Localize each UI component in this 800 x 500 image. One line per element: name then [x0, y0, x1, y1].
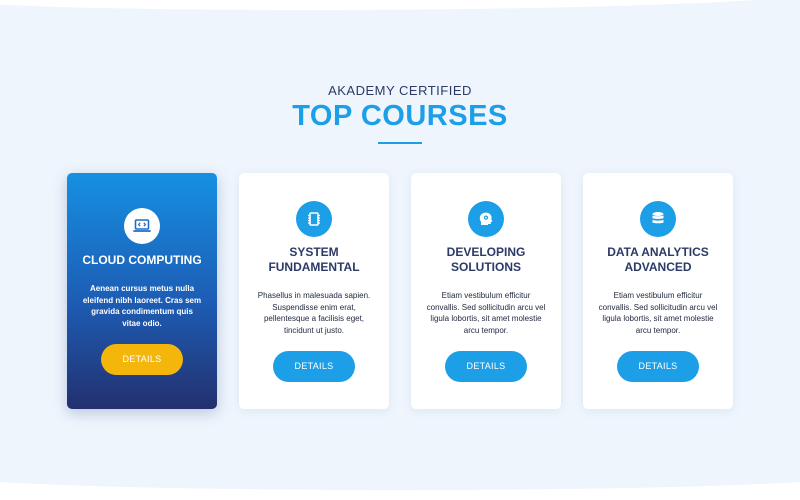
section-title: TOP COURSES: [292, 100, 508, 132]
course-description: Etiam vestibulum efficitur convallis. Se…: [598, 291, 718, 335]
course-title: DATA ANALYTICS ADVANCED: [607, 245, 709, 274]
course-card-data-analytics-advanced[interactable]: DATA ANALYTICS ADVANCED Etiam vestibulum…: [583, 173, 733, 409]
details-button[interactable]: DETAILS: [617, 351, 699, 382]
details-button[interactable]: DETAILS: [273, 351, 355, 382]
course-title: CLOUD COMPUTING: [82, 253, 202, 267]
top-courses-section: AKADEMY CERTIFIED TOP COURSES CLOUD COMP…: [0, 0, 800, 500]
database-icon: [640, 201, 676, 237]
section-eyebrow: AKADEMY CERTIFIED: [328, 83, 472, 98]
chip-icon: [296, 201, 332, 237]
course-title: SYSTEM FUNDAMENTAL: [268, 245, 360, 274]
course-description: Etiam vestibulum efficitur convallis. Se…: [426, 291, 546, 335]
course-card-developing-solutions[interactable]: DEVELOPING SOLUTIONS Etiam vestibulum ef…: [411, 173, 561, 409]
course-card-system-fundamental[interactable]: SYSTEM FUNDAMENTAL Phasellus in malesuad…: [239, 173, 389, 409]
course-description: Aenean cursus metus nulla eleifend nibh …: [82, 284, 202, 328]
course-description: Phasellus in malesuada sapien. Suspendis…: [257, 291, 371, 335]
course-title: DEVELOPING SOLUTIONS: [446, 245, 526, 274]
course-card-cloud-computing[interactable]: CLOUD COMPUTING Aenean cursus metus null…: [67, 173, 217, 409]
details-button[interactable]: DETAILS: [445, 351, 527, 382]
head-gear-icon: [468, 201, 504, 237]
laptop-code-icon: [124, 208, 160, 244]
title-underline: [378, 142, 422, 144]
details-button[interactable]: DETAILS: [101, 344, 183, 375]
